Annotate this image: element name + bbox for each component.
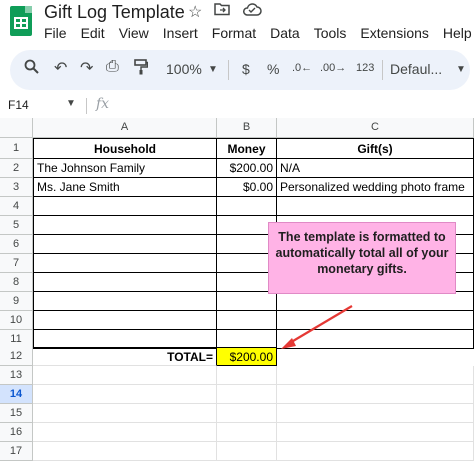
callout-arrow-icon (281, 305, 353, 349)
